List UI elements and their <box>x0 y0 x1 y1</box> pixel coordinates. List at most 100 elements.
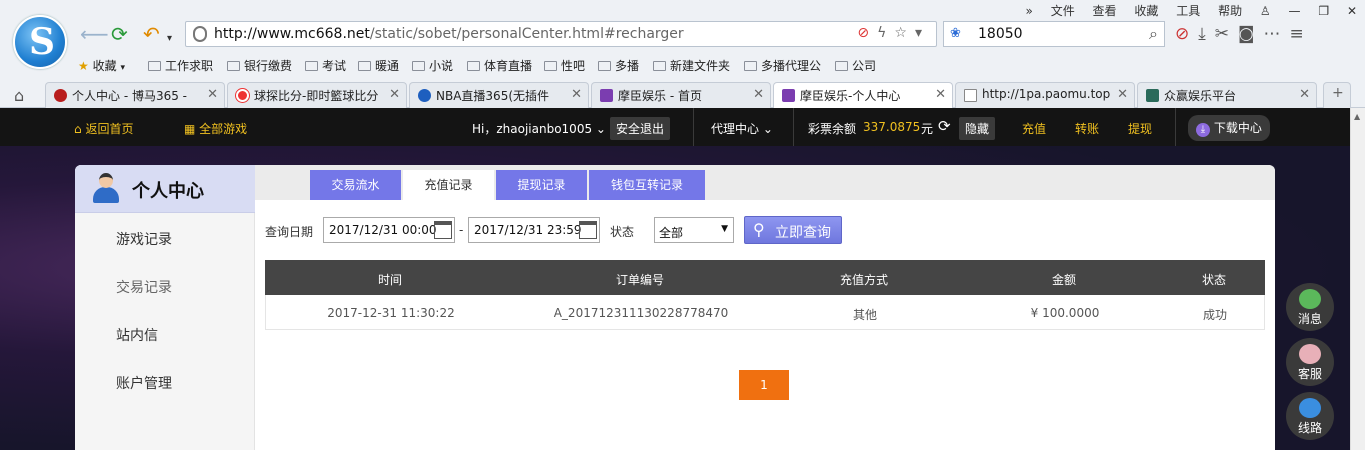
col-time: 时间 <box>377 273 402 287</box>
refresh-icon[interactable]: ⟳ <box>111 24 128 44</box>
end-date-field[interactable]: 2017/12/31 23:59 <box>468 217 600 243</box>
transfer-link[interactable]: 转账 <box>1075 120 1099 137</box>
cell-amount: ¥ 100.0000 <box>1030 306 1100 320</box>
bookmark-folder[interactable]: 多播代理公 <box>744 57 821 74</box>
float-messages-button[interactable]: 消息 <box>1286 283 1334 331</box>
currency-label: 元 <box>921 122 934 136</box>
float-route-button[interactable]: 线路 <box>1286 392 1334 440</box>
browser-tab[interactable]: 摩臣娱乐 - 首页 ✕ <box>591 82 771 108</box>
menu-tools[interactable]: 工具 <box>1176 4 1200 18</box>
tab-strip: 个人中心 - 博马365 - ✕ 球探比分-即时籃球比分 ✕ NBA直播365(无… <box>0 82 1365 108</box>
logout-button[interactable]: 安全退出 <box>610 117 671 140</box>
menu-help[interactable]: 帮助 <box>1218 4 1242 18</box>
back-icon[interactable]: ⟵ <box>80 24 109 44</box>
search-box[interactable]: ❀ 18050 ⌕ <box>943 21 1165 47</box>
personal-center-panel: 个人中心 游戏记录 交易记录 站内信 账户管理 交易流水 充值记录 提现记录 钱… <box>75 165 1275 450</box>
scrollbar[interactable]: ▲ <box>1350 108 1365 450</box>
tab-withdraw-records[interactable]: 提现记录 <box>496 170 587 200</box>
bookmark-folder[interactable]: 暖通 <box>358 57 399 74</box>
user-avatar-icon <box>92 173 120 203</box>
minimize-icon[interactable]: — <box>1289 4 1301 18</box>
tab-transaction-flow[interactable]: 交易流水 <box>310 170 401 200</box>
query-filter: 查询日期 2017/12/31 00:00 - 2017/12/31 23:59… <box>265 216 1265 245</box>
adblock-icon: ⊘ <box>1175 24 1199 44</box>
record-tabs: 交易流水 充值记录 提现记录 钱包互转记录 <box>255 165 1275 200</box>
download-center-button[interactable]: ⤓ 下载中心 <box>1188 115 1270 141</box>
site-topbar: ⌂ 返回首页 ▦ 全部游戏 Hi，zhaojianbo1005 ⌄ 安全退出 代… <box>0 108 1365 146</box>
chat-icon <box>1299 289 1321 309</box>
browser-chrome: S ⟵ ⟳ ↶ ▾ http://www.mc668.net/static/so… <box>0 0 1365 108</box>
more-icon: ⋯ <box>1263 24 1290 44</box>
bookmark-folder[interactable]: 银行缴费 <box>227 57 292 74</box>
address-bar[interactable]: http://www.mc668.net/static/sobet/person… <box>185 21 937 47</box>
shield-icon <box>193 26 207 42</box>
browser-logo[interactable]: S <box>13 15 67 69</box>
sidebar-item-game-records[interactable]: 游戏记录 <box>116 229 172 249</box>
browser-tab[interactable]: 球探比分-即时籃球比分 ✕ <box>227 82 407 108</box>
agent-center-menu[interactable]: 代理中心 ⌄ <box>711 120 773 137</box>
status-select[interactable]: 全部 ▼ <box>654 217 734 243</box>
shirt-icon[interactable]: ♙ <box>1260 4 1271 18</box>
cell-time: 2017-12-31 11:30:22 <box>327 306 455 320</box>
balance-value: 337.0875 <box>863 120 921 134</box>
table-row: 2017-12-31 11:30:22 A_201712311130228778… <box>265 295 1265 330</box>
browser-tab[interactable]: 众赢娱乐平台 ✕ <box>1137 82 1317 108</box>
menu-favorites[interactable]: 收藏 <box>1134 4 1158 18</box>
sidebar-item-account[interactable]: 账户管理 <box>116 373 172 393</box>
user-greeting[interactable]: Hi，zhaojianbo1005 ⌄ <box>472 120 606 137</box>
new-tab-button[interactable]: + <box>1323 82 1351 108</box>
close-icon[interactable]: ✕ <box>1347 4 1357 18</box>
chevron-down-icon[interactable]: ▾ <box>167 29 172 49</box>
browser-tab[interactable]: 个人中心 - 博马365 - ✕ <box>45 82 225 108</box>
home-link[interactable]: ⌂ 返回首页 <box>74 120 133 137</box>
restore-icon[interactable]: ❐ <box>1318 4 1329 18</box>
sidebar-item-messages[interactable]: 站内信 <box>116 325 158 345</box>
col-amount: 金额 <box>1051 273 1076 287</box>
bookmark-favorites[interactable]: ★ 收藏 ▾ <box>78 57 125 74</box>
all-games-link[interactable]: ▦ 全部游戏 <box>184 120 247 137</box>
browser-menu: » 文件 查看 收藏 工具 帮助 ♙ — ❐ ✕ <box>1012 2 1357 19</box>
cell-status: 成功 <box>1202 308 1227 322</box>
chevron-double-icon[interactable]: » <box>1026 4 1033 18</box>
baidu-paw-icon: ❀ <box>950 26 961 41</box>
start-date-field[interactable]: 2017/12/31 00:00 <box>323 217 455 243</box>
bookmark-folder[interactable]: 考试 <box>305 57 346 74</box>
chevron-down-icon: ▼ <box>721 224 728 234</box>
bookmark-folder[interactable]: 体育直播 <box>467 57 532 74</box>
hide-balance-button[interactable]: 隐藏 <box>959 117 996 140</box>
tab-recharge-records[interactable]: 充值记录 <box>403 170 494 200</box>
tab-wallet-transfer[interactable]: 钱包互转记录 <box>589 170 705 200</box>
recharge-link[interactable]: 充值 <box>1022 120 1046 137</box>
sidebar-item-transactions[interactable]: 交易记录 <box>116 277 172 297</box>
menu-view[interactable]: 查看 <box>1093 4 1117 18</box>
url-path: /static/sobet/personalCenter.html#rechar… <box>369 26 684 42</box>
refresh-icon[interactable]: ⟳ <box>938 117 951 135</box>
page-1-button[interactable]: 1 <box>739 370 789 400</box>
browser-tab-active[interactable]: 摩臣娱乐-个人中心 ✕ <box>773 82 953 108</box>
float-service-button[interactable]: 客服 <box>1286 338 1334 386</box>
withdraw-link[interactable]: 提现 <box>1128 120 1152 137</box>
undo-icon[interactable]: ↶ <box>143 24 160 44</box>
menu-file[interactable]: 文件 <box>1051 4 1075 18</box>
address-icons: ⊘ϟ☆▾ <box>857 25 930 41</box>
bookmark-folder[interactable]: 工作求职 <box>148 57 213 74</box>
toolbar-icons: ⊘⤓✂◙⋯≡ <box>1175 24 1313 44</box>
search-icon[interactable]: ⌕ <box>1149 24 1158 44</box>
browser-tab[interactable]: NBA直播365(无插件 ✕ <box>409 82 589 108</box>
camera-icon: ◙ <box>1238 24 1264 44</box>
bookmark-folder[interactable]: 新建文件夹 <box>653 57 730 74</box>
query-button[interactable]: ⚲ 立即查询 <box>744 216 842 244</box>
search-input[interactable]: 18050 <box>978 26 1023 42</box>
scissors-icon: ✂ <box>1214 24 1239 44</box>
sidebar-title: 个人中心 <box>132 181 204 202</box>
speedometer-icon <box>1299 398 1321 418</box>
block-icon: ⊘ <box>857 25 878 41</box>
cell-order-no: A_201712311130228778470 <box>553 306 729 320</box>
bookmark-folder[interactable]: 多播 <box>598 57 639 74</box>
bookmark-folder[interactable]: 公司 <box>835 57 876 74</box>
bookmark-folder[interactable]: 性吧 <box>544 57 585 74</box>
calendar-icon <box>579 221 597 239</box>
bookmark-folder[interactable]: 小说 <box>412 57 453 74</box>
sidebar-header: 个人中心 <box>75 165 255 213</box>
browser-tab[interactable]: http://1pa.paomu.top ✕ <box>955 82 1135 108</box>
